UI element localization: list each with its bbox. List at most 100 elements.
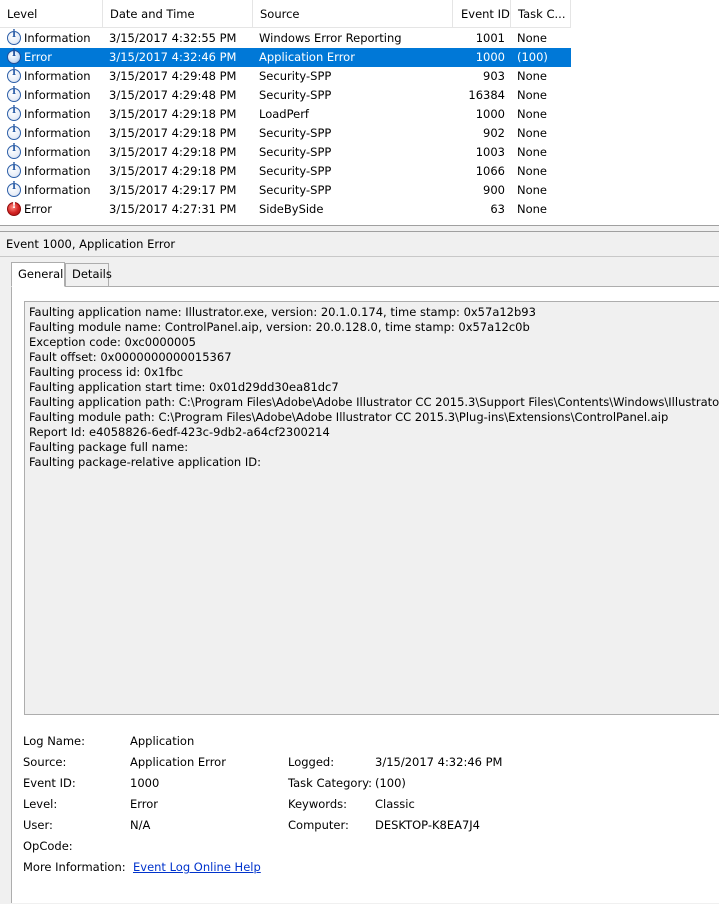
- log-name-label: Log Name:: [23, 734, 85, 748]
- tab-general[interactable]: General: [11, 262, 65, 287]
- table-row[interactable]: Information 3/15/2017 4:29:17 PM Security-…: [0, 181, 571, 200]
- level-text: Information: [24, 164, 91, 178]
- level-value: Error: [130, 797, 159, 811]
- column-header-source[interactable]: Source: [253, 0, 453, 28]
- keywords-value: Classic: [375, 797, 415, 811]
- event-list-inner: Level Date and Time Source Event ID Task…: [0, 0, 571, 216]
- level-cell: Information: [7, 67, 103, 86]
- level-cell: Error: [7, 48, 103, 67]
- info-icon: [7, 124, 21, 140]
- source-cell: LoadPerf: [259, 107, 309, 121]
- info-icon: [7, 29, 21, 45]
- level-text: Information: [24, 69, 91, 83]
- task-category-label: Task Category:: [288, 776, 373, 790]
- column-header-date[interactable]: Date and Time: [103, 0, 253, 28]
- table-row[interactable]: Information 3/15/2017 4:29:18 PM Security-…: [0, 124, 571, 143]
- level-cell: Information: [7, 143, 103, 162]
- level-text: Information: [24, 145, 91, 159]
- table-row[interactable]: Information 3/15/2017 4:29:18 PM Security-…: [0, 162, 571, 181]
- task-category-cell: None: [517, 88, 548, 102]
- error-icon: [7, 200, 21, 216]
- info-icon: [7, 86, 21, 102]
- column-header-level[interactable]: Level: [0, 0, 103, 28]
- source-cell: Security-SPP: [259, 69, 332, 83]
- source-cell: Application Error: [259, 50, 355, 64]
- event-id-cell: 902: [483, 126, 505, 140]
- date-cell: 3/15/2017 4:32:55 PM: [109, 31, 237, 45]
- table-row[interactable]: Information 3/15/2017 4:29:48 PM Security-…: [0, 67, 571, 86]
- error-icon: [7, 48, 21, 64]
- info-icon: [7, 181, 21, 197]
- info-icon: [7, 105, 21, 121]
- level-text: Information: [24, 107, 91, 121]
- tab-details[interactable]: Details: [65, 263, 112, 287]
- table-row[interactable]: Information 3/15/2017 4:29:18 PM LoadPerf 1…: [0, 105, 571, 124]
- source-cell: Security-SPP: [259, 183, 332, 197]
- date-cell: 3/15/2017 4:27:31 PM: [109, 202, 237, 216]
- source-cell: Security-SPP: [259, 88, 332, 102]
- level-cell: Information: [7, 162, 103, 181]
- level-cell: Information: [7, 86, 103, 105]
- table-row[interactable]: Error 3/15/2017 4:32:46 PM Application Err…: [0, 48, 571, 67]
- info-icon: [7, 162, 21, 178]
- source-cell: Security-SPP: [259, 164, 332, 178]
- event-id-cell: 1066: [475, 164, 505, 178]
- table-row[interactable]: Information 3/15/2017 4:29:18 PM Security-…: [0, 143, 571, 162]
- more-information-label: More Information:: [23, 860, 126, 874]
- source-value: Application Error: [130, 755, 226, 769]
- event-id-cell: 1001: [475, 31, 505, 45]
- table-row[interactable]: Error 3/15/2017 4:27:31 PM SideBySide 63 Non…: [0, 200, 571, 219]
- event-id-value: 1000: [130, 776, 160, 790]
- event-id-cell: 900: [483, 183, 505, 197]
- date-cell: 3/15/2017 4:29:48 PM: [109, 69, 237, 83]
- task-category-cell: None: [517, 69, 548, 83]
- date-cell: 3/15/2017 4:29:18 PM: [109, 145, 237, 159]
- info-icon: [7, 143, 21, 159]
- level-text: Information: [24, 183, 91, 197]
- task-category-cell: None: [517, 107, 548, 121]
- source-cell: Security-SPP: [259, 145, 332, 159]
- level-cell: Information: [7, 181, 103, 200]
- level-cell: Information: [7, 105, 103, 124]
- computer-value: DESKTOP-K8EA7J4: [375, 818, 480, 832]
- date-cell: 3/15/2017 4:32:46 PM: [109, 50, 237, 64]
- opcode-label: OpCode:: [23, 839, 73, 853]
- level-cell: Information: [7, 29, 103, 48]
- source-cell: SideBySide: [259, 202, 324, 216]
- logged-value: 3/15/2017 4:32:46 PM: [375, 755, 503, 769]
- task-category-value: (100): [375, 776, 406, 790]
- table-row[interactable]: Information 3/15/2017 4:32:55 PM Windows E…: [0, 29, 571, 48]
- source-cell: Security-SPP: [259, 126, 332, 140]
- level-cell: Information: [7, 124, 103, 143]
- event-id-label: Event ID:: [23, 776, 76, 790]
- user-value: N/A: [130, 818, 151, 832]
- event-id-cell: 1003: [475, 145, 505, 159]
- log-name-value: Application: [130, 734, 195, 748]
- event-log-online-help-link[interactable]: Event Log Online Help: [133, 859, 261, 875]
- event-id-cell: 16384: [468, 88, 505, 102]
- event-id-cell: 1000: [475, 50, 505, 64]
- keywords-label: Keywords:: [288, 797, 347, 811]
- level-label: Level:: [23, 797, 58, 811]
- column-header-task-category[interactable]: Task C...: [511, 0, 571, 28]
- logged-label: Logged:: [288, 755, 335, 769]
- task-category-cell: None: [517, 164, 548, 178]
- level-text: Information: [24, 126, 91, 140]
- level-cell: Error: [7, 200, 103, 219]
- source-cell: Windows Error Reporting: [259, 31, 402, 45]
- event-list: Level Date and Time Source Event ID Task…: [0, 0, 719, 225]
- level-text: Error: [24, 50, 53, 64]
- event-id-cell: 1000: [475, 107, 505, 121]
- table-row[interactable]: Information 3/15/2017 4:29:48 PM Security-…: [0, 86, 571, 105]
- task-category-cell: None: [517, 145, 548, 159]
- source-label: Source:: [23, 755, 67, 769]
- user-label: User:: [23, 818, 53, 832]
- task-category-cell: None: [517, 183, 548, 197]
- column-header-event-id[interactable]: Event ID: [453, 0, 511, 28]
- date-cell: 3/15/2017 4:29:17 PM: [109, 183, 237, 197]
- info-icon: [7, 67, 21, 83]
- computer-label: Computer:: [288, 818, 349, 832]
- task-category-cell: None: [517, 202, 548, 216]
- level-text: Information: [24, 88, 91, 102]
- event-id-cell: 903: [483, 69, 505, 83]
